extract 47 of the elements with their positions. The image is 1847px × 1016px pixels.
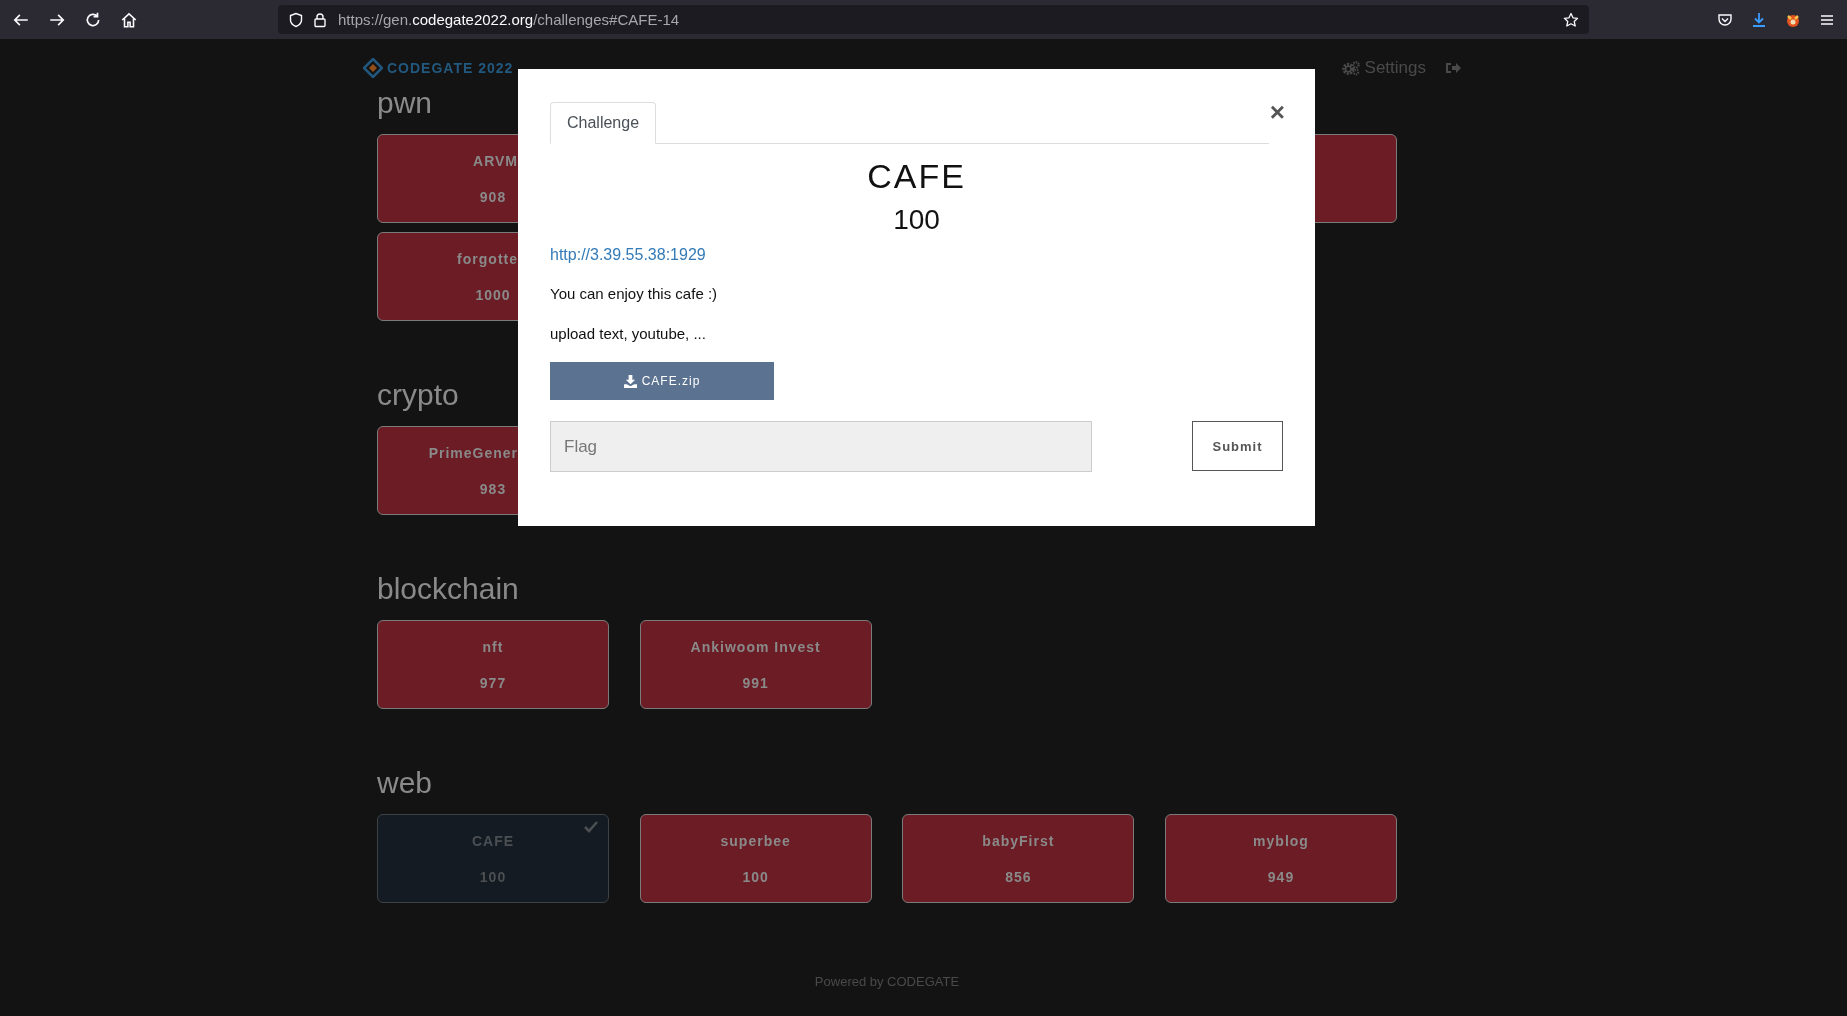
challenge-points: 949 [1267,868,1295,885]
description-text: upload text, youtube, ... [550,324,707,344]
star-icon[interactable] [1563,11,1579,28]
download-icon[interactable] [1751,11,1767,28]
home-icon[interactable] [120,10,138,29]
gears-icon [1341,60,1360,76]
category-heading: crypto [377,377,459,413]
challenge-name: forgotte [456,250,518,267]
challenge-name: babyFirst [982,832,1055,849]
challenge-card[interactable]: Ankiwoom Invest 991 [639,620,872,709]
pocket-icon[interactable] [1717,11,1733,28]
url-field[interactable]: https://gen.codegate2022.org/challenges#CAFE-14 [278,5,1589,34]
challenge-name: PrimeGener [427,444,518,461]
download-icon [623,374,637,388]
challenge-name: superbee [720,832,791,849]
challenge-points: 991 [742,674,769,691]
challenge-title: CAFE [866,156,967,196]
challenge-card[interactable]: nft 977 [377,620,609,709]
check-icon [584,821,598,833]
close-button[interactable]: × [1265,99,1289,125]
logo-icon [363,58,383,78]
challenge-points: 977 [479,674,507,691]
challenge-card[interactable]: superbee 100 [639,814,872,903]
challenge-name: Ankiwoom Invest [690,638,821,655]
challenge-points: 1000 [475,286,511,303]
category-heading: web [377,765,433,801]
url-text: https://gen.codegate2022.org/challenges#CAFE-14 [338,11,681,28]
tab[interactable]: Challenge [550,102,657,144]
challenge-card[interactable]: myblog 949 [1165,814,1397,903]
lock-icon[interactable] [312,11,328,28]
challenge-points: 983 [479,480,507,497]
challenge-points: 908 [479,188,507,205]
submit-button[interactable]: Submit [1192,421,1283,471]
challenge-points: 856 [1005,868,1032,885]
challenge-name: ARVM [472,152,518,169]
challenge-points: 100 [742,868,769,885]
flag-input[interactable]: Flag [550,421,1092,472]
challenge-points: 100 [892,203,941,237]
logo-text[interactable]: CODEGATE 2022 [387,60,514,76]
category-heading: pwn [377,85,433,121]
reload-icon[interactable] [84,10,102,29]
challenge-name: nft [482,638,504,655]
challenge-name: myblog [1253,832,1309,849]
shield-icon[interactable] [288,11,304,28]
download-button[interactable]: CAFE.zip [550,362,774,400]
category-heading: blockchain [377,571,519,607]
challenge-card[interactable]: babyFirst 856 [902,814,1135,903]
